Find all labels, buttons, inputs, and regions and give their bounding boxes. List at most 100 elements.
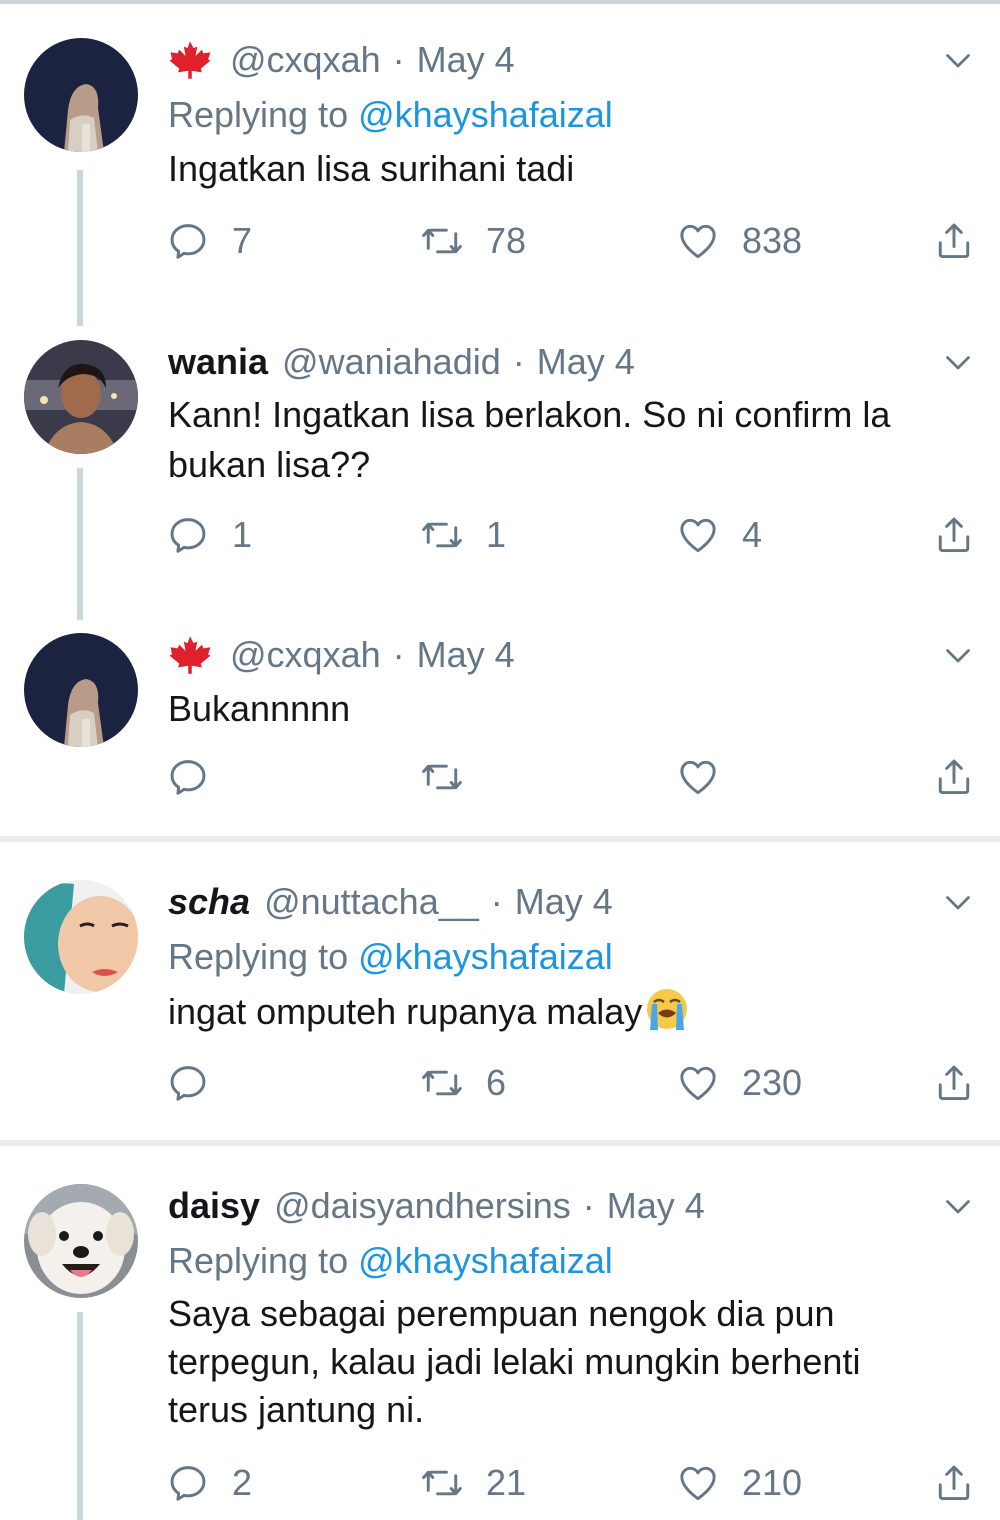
tweet-header: @cxqxah · May 4	[168, 633, 515, 677]
chevron-down-icon[interactable]	[940, 884, 976, 920]
avatar[interactable]	[24, 633, 138, 747]
retweet-icon	[420, 513, 464, 557]
tweet-text: Ingatkan lisa surihani tadi	[168, 148, 575, 189]
retweet-count: 1	[486, 514, 507, 555]
reply-count: 2	[232, 1462, 253, 1503]
action-bar: 2 21 210	[166, 1458, 976, 1508]
tweet-text-line: Kann! Ingatkan lisa berlakon. So ni conf…	[168, 394, 891, 435]
tweet-text-body: ingat omputeh rupanya malay	[168, 991, 643, 1032]
like-button[interactable]: 230	[676, 1058, 802, 1108]
handle[interactable]: @nuttacha__	[264, 881, 479, 923]
replying-prefix: Replying to	[168, 936, 359, 977]
share-button[interactable]	[932, 510, 976, 560]
share-icon	[932, 513, 976, 557]
reply-icon	[166, 513, 210, 557]
thread-line	[77, 468, 83, 620]
retweet-icon	[420, 1061, 464, 1105]
heart-icon	[676, 219, 720, 263]
retweet-count: 78	[486, 220, 527, 261]
tweet-text-line: terpegun, kalau jadi lelaki mungkin berh…	[168, 1341, 861, 1382]
tweet-text: Kann! Ingatkan lisa berlakon. So ni conf…	[168, 390, 968, 490]
thread-line	[77, 1312, 83, 1520]
mention-link[interactable]: @khayshafaizal	[358, 1240, 613, 1281]
share-icon	[932, 1061, 976, 1105]
reply-button[interactable]: 1	[166, 510, 252, 560]
mention-link[interactable]: @khayshafaizal	[358, 936, 613, 977]
avatar[interactable]	[24, 1184, 138, 1298]
separator-dot: ·	[392, 39, 405, 80]
handle[interactable]: @daisyandhersins	[274, 1185, 571, 1227]
like-button[interactable]: 838	[676, 216, 802, 266]
retweet-button[interactable]: 78	[420, 216, 526, 266]
retweet-button[interactable]	[420, 752, 486, 802]
reply-count: 7	[232, 220, 253, 261]
conversation-divider	[0, 1140, 1000, 1146]
heart-icon	[676, 1461, 720, 1505]
timestamp[interactable]: May 4	[607, 1185, 705, 1227]
mention-link[interactable]: @khayshafaizal	[358, 94, 613, 135]
conversation-divider	[0, 836, 1000, 842]
separator-dot: ·	[582, 1185, 595, 1226]
retweet-icon	[420, 219, 464, 263]
handle[interactable]: @waniahadid	[282, 341, 501, 383]
reply-button[interactable]	[166, 752, 232, 802]
replying-to: Replying to @khayshafaizal	[168, 94, 613, 136]
separator-dot: ·	[512, 341, 525, 382]
timestamp[interactable]: May 4	[417, 634, 515, 676]
timestamp[interactable]: May 4	[515, 881, 613, 923]
tweet-header: daisy @daisyandhersins · May 4	[168, 1184, 705, 1228]
tweet-header: @cxqxah · May 4	[168, 38, 515, 82]
share-button[interactable]	[932, 216, 976, 266]
maple-leaf-icon	[168, 635, 212, 675]
handle[interactable]: @cxqxah	[230, 634, 381, 676]
handle[interactable]: @cxqxah	[230, 39, 381, 81]
loudly-crying-face-emoji	[647, 989, 688, 1030]
reply-button[interactable]: 2	[166, 1458, 252, 1508]
reply-icon	[166, 1061, 210, 1105]
timestamp[interactable]: May 4	[537, 341, 635, 383]
thread-line	[77, 170, 83, 326]
chevron-down-icon[interactable]	[940, 637, 976, 673]
display-name[interactable]: wania	[168, 341, 268, 383]
tweet-text-line: terus jantung ni.	[168, 1389, 425, 1430]
display-name[interactable]: scha	[168, 881, 250, 923]
retweet-icon	[420, 1461, 464, 1505]
separator-dot: ·	[490, 881, 503, 922]
avatar[interactable]	[24, 880, 138, 994]
like-count: 210	[742, 1462, 803, 1503]
tweet-text-line: Saya sebagai perempuan nengok dia pun	[168, 1293, 835, 1334]
action-bar: 7 78 838	[166, 216, 976, 266]
like-button[interactable]	[676, 752, 742, 802]
retweet-button[interactable]: 6	[420, 1058, 506, 1108]
heart-icon	[676, 513, 720, 557]
chevron-down-icon[interactable]	[940, 1188, 976, 1224]
reply-button[interactable]: 7	[166, 216, 252, 266]
retweet-count: 6	[486, 1062, 507, 1103]
retweet-button[interactable]: 21	[420, 1458, 526, 1508]
heart-icon	[676, 1061, 720, 1105]
heart-icon	[676, 755, 720, 799]
action-bar	[166, 752, 976, 802]
reply-icon	[166, 1461, 210, 1505]
timestamp[interactable]: May 4	[417, 39, 515, 81]
share-button[interactable]	[932, 1058, 976, 1108]
chevron-down-icon[interactable]	[940, 344, 976, 380]
tweet-header: scha @nuttacha__ · May 4	[168, 880, 613, 924]
like-button[interactable]: 210	[676, 1458, 802, 1508]
maple-leaf-icon	[168, 40, 212, 80]
chevron-down-icon[interactable]	[940, 42, 976, 78]
like-count: 230	[742, 1062, 803, 1103]
like-count: 838	[742, 220, 803, 261]
display-name[interactable]: daisy	[168, 1185, 260, 1227]
top-divider	[0, 0, 1000, 4]
share-button[interactable]	[932, 1458, 976, 1508]
reply-button[interactable]	[166, 1058, 232, 1108]
avatar[interactable]	[24, 340, 138, 454]
avatar[interactable]	[24, 38, 138, 152]
share-button[interactable]	[932, 752, 976, 802]
like-button[interactable]: 4	[676, 510, 762, 560]
retweet-button[interactable]: 1	[420, 510, 506, 560]
replying-prefix: Replying to	[168, 94, 359, 135]
replying-prefix: Replying to	[168, 1240, 359, 1281]
action-bar: 1 1 4	[166, 510, 976, 560]
